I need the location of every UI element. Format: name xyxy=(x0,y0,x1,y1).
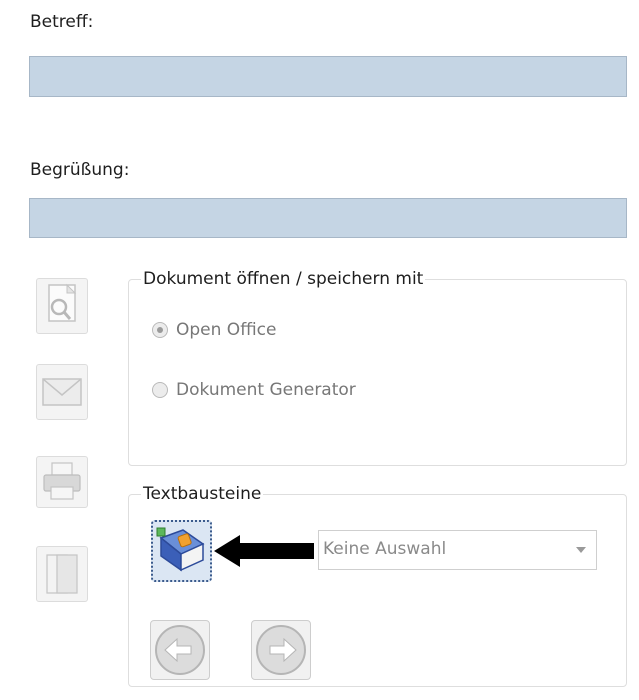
textblock-book-icon[interactable] xyxy=(151,520,212,582)
betreff-field[interactable] xyxy=(29,56,627,97)
begruessung-field[interactable] xyxy=(29,198,627,238)
forward-icon xyxy=(256,625,306,675)
begruessung-label: Begrüßung: xyxy=(30,160,130,180)
email-icon[interactable] xyxy=(36,364,88,420)
pointer-arrow-icon xyxy=(212,531,316,571)
betreff-label: Betreff: xyxy=(30,12,94,32)
radio-dokument-generator-indicator[interactable] xyxy=(152,382,168,398)
radio-open-office[interactable]: Open Office xyxy=(152,320,276,340)
forward-button[interactable] xyxy=(251,620,311,680)
document-open-group xyxy=(128,279,627,466)
print-icon[interactable] xyxy=(36,456,88,508)
radio-dokument-generator-label: Dokument Generator xyxy=(176,380,356,400)
radio-dokument-generator[interactable]: Dokument Generator xyxy=(152,380,356,400)
document-icon[interactable] xyxy=(36,546,88,602)
chevron-down-icon[interactable] xyxy=(576,547,586,553)
back-icon xyxy=(155,625,205,675)
textbausteine-legend: Textbausteine xyxy=(141,484,264,504)
textbausteine-select[interactable]: Keine Auswahl xyxy=(318,530,597,570)
preview-icon[interactable] xyxy=(36,278,88,334)
radio-open-office-indicator[interactable] xyxy=(152,322,168,338)
document-open-legend: Dokument öffnen / speichern mit xyxy=(141,269,426,289)
radio-open-office-label: Open Office xyxy=(176,320,277,340)
back-button[interactable] xyxy=(150,620,210,680)
textbausteine-select-value: Keine Auswahl xyxy=(323,539,447,559)
